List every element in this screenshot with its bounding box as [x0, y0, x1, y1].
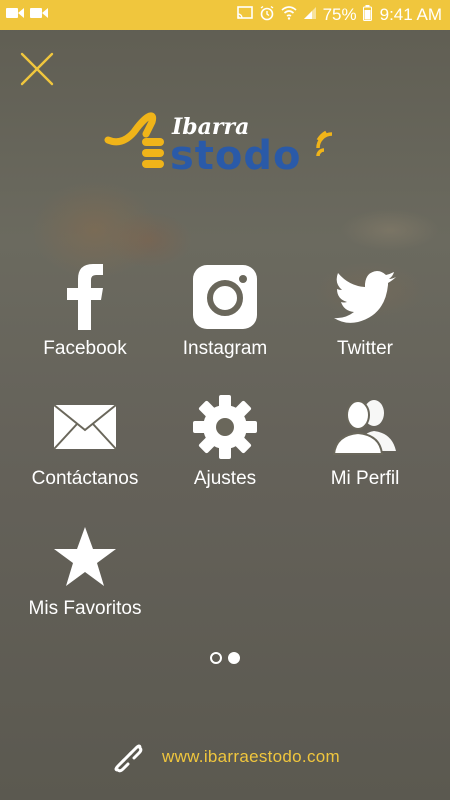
- menu-label: Facebook: [43, 338, 127, 359]
- menu-label: Instagram: [182, 338, 268, 359]
- battery-icon: [362, 4, 372, 26]
- page-indicator: [210, 652, 240, 664]
- footer-link[interactable]: www.ibarraestodo.com: [0, 740, 450, 774]
- logo-mark: [104, 112, 164, 168]
- video-icon: [6, 6, 24, 24]
- page-dot[interactable]: [210, 652, 222, 664]
- envelope-icon: [53, 404, 117, 450]
- menu-label: Twitter: [337, 338, 393, 359]
- logo-text-bottom: stodo: [170, 133, 302, 179]
- twitter-icon: [334, 271, 396, 323]
- menu-item-settings[interactable]: Ajustes: [155, 392, 295, 490]
- video-icon: [30, 6, 48, 24]
- menu-item-twitter[interactable]: Twitter: [295, 262, 435, 360]
- close-button[interactable]: [20, 52, 54, 86]
- website-url[interactable]: www.ibarraestodo.com: [162, 747, 340, 767]
- app-logo: Ibarra stodo: [104, 110, 344, 180]
- menu-label: Ajustes: [193, 468, 257, 489]
- signal-waves-icon: [316, 130, 333, 157]
- battery-percent: 75%: [322, 5, 357, 24]
- menu-item-contact[interactable]: Contáctanos: [15, 392, 155, 490]
- star-icon: [54, 527, 116, 586]
- link-icon: [114, 744, 143, 773]
- alarm-icon: [259, 5, 275, 26]
- gear-icon: [193, 395, 257, 459]
- close-icon: [20, 52, 54, 86]
- clock: 9:41 AM: [379, 5, 442, 24]
- status-bar: 75% 9:41 AM: [0, 0, 450, 30]
- instagram-icon: [193, 265, 257, 329]
- menu-label: Mi Perfil: [330, 468, 400, 489]
- signal-icon: [303, 5, 317, 25]
- menu-item-favorites[interactable]: Mis Favoritos: [15, 522, 155, 620]
- cast-icon: [236, 5, 253, 25]
- menu-item-profile[interactable]: Mi Perfil: [295, 392, 435, 490]
- menu-item-facebook[interactable]: Facebook: [15, 262, 155, 360]
- menu-label: Mis Favoritos: [28, 598, 142, 619]
- menu-label: Contáctanos: [31, 468, 139, 489]
- facebook-icon: [67, 264, 103, 330]
- wifi-icon: [281, 5, 297, 25]
- menu-item-instagram[interactable]: Instagram: [155, 262, 295, 360]
- users-icon: [332, 400, 396, 455]
- page-dot-active[interactable]: [228, 652, 240, 664]
